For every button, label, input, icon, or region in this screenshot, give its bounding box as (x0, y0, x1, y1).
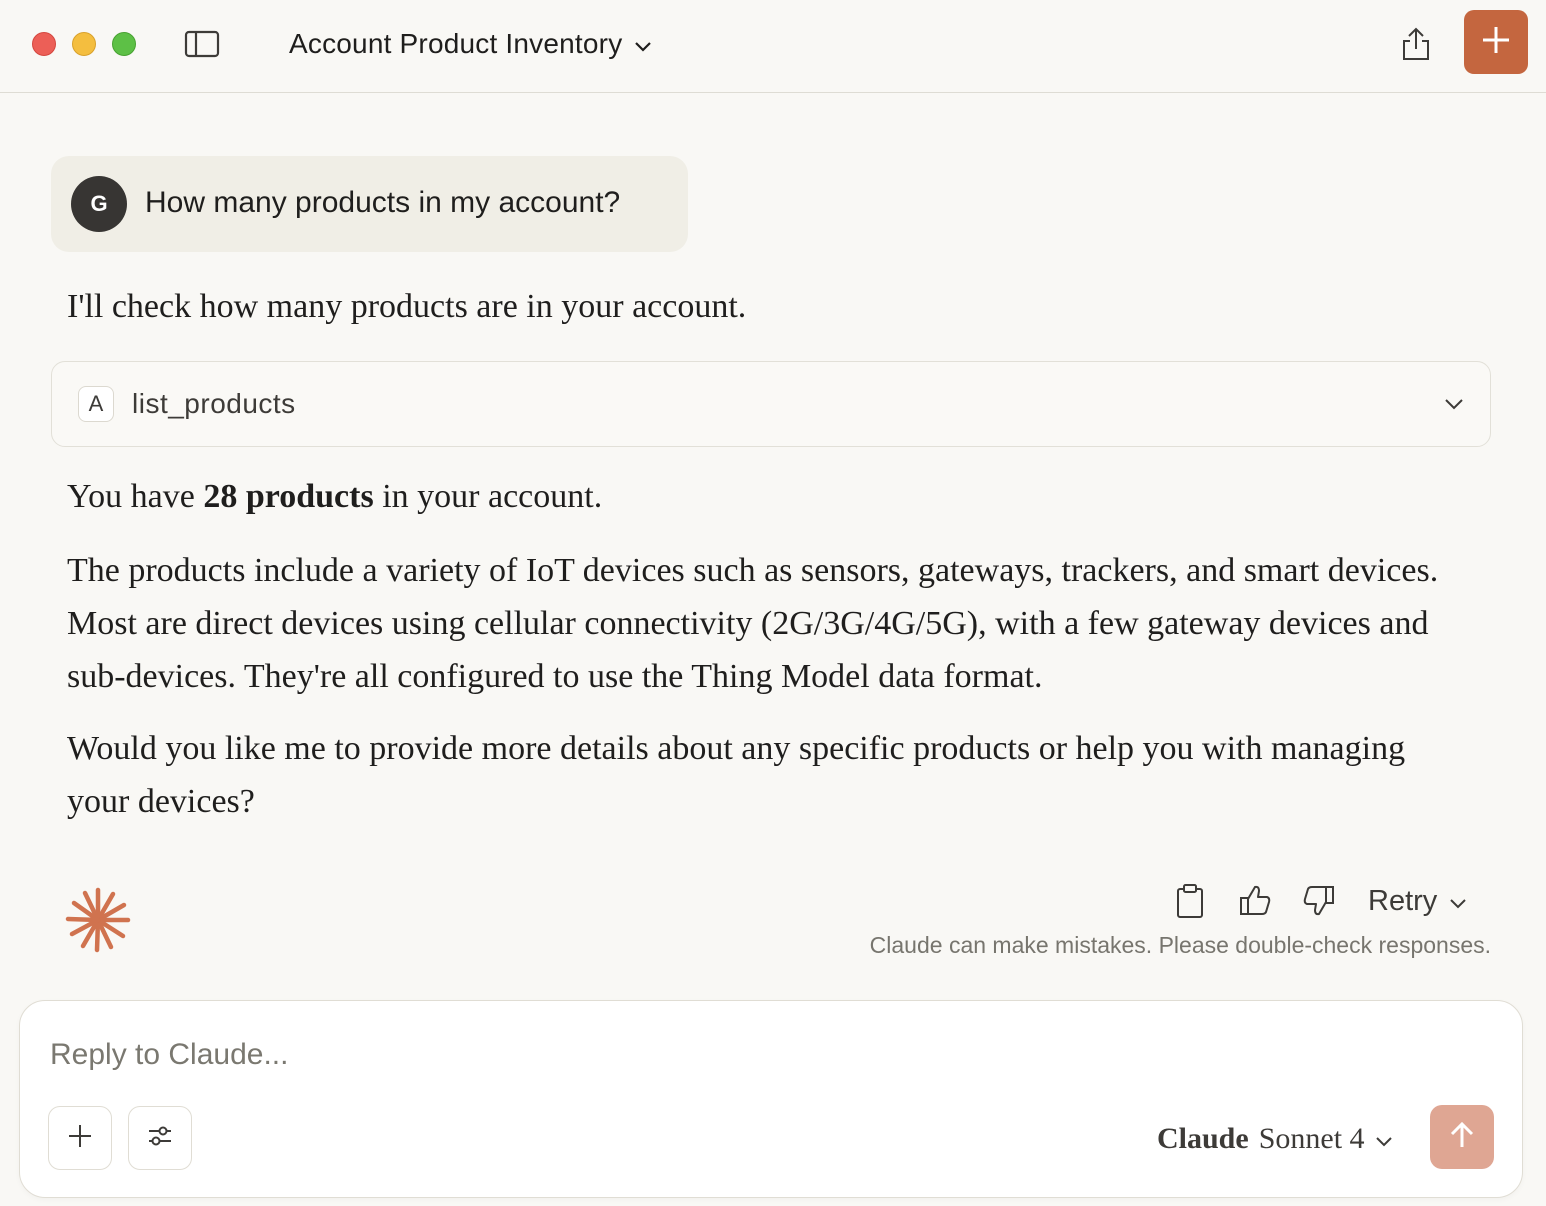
answer-count: 28 products (203, 478, 374, 515)
chevron-down-icon[interactable] (1442, 392, 1466, 416)
assistant-intro-text: I'll check how many products are in your… (67, 288, 747, 325)
claude-logo-icon (64, 886, 132, 954)
conversation-title-dropdown[interactable]: Account Product Inventory (289, 26, 652, 62)
reply-composer: Claude Sonnet 4 (19, 1000, 1523, 1198)
sliders-icon (146, 1124, 174, 1153)
minimize-window-button[interactable] (72, 32, 96, 56)
user-message: G How many products in my account? (51, 156, 688, 252)
model-selector[interactable]: Claude Sonnet 4 (1157, 1119, 1393, 1159)
answer-suffix: in your account. (373, 478, 603, 515)
send-button[interactable] (1430, 1105, 1494, 1169)
arrow-up-icon (1448, 1120, 1476, 1155)
chevron-down-icon (1375, 1122, 1393, 1156)
sidebar-toggle-icon[interactable] (184, 30, 220, 58)
add-attachment-button[interactable] (48, 1106, 112, 1170)
user-message-text: How many products in my account? (145, 186, 621, 219)
assistant-follow-up: Would you like me to provide more detail… (67, 730, 1406, 820)
share-icon[interactable] (1398, 24, 1434, 64)
title-bar: Account Product Inventory (0, 0, 1546, 93)
thumbs-up-icon[interactable] (1238, 882, 1272, 920)
copy-icon[interactable] (1174, 882, 1206, 920)
answer-prefix: You have (67, 478, 204, 515)
plus-icon (67, 1123, 93, 1154)
model-brand: Claude (1157, 1122, 1249, 1155)
tool-call-card[interactable]: A list_products (51, 361, 1491, 447)
retry-label: Retry (1368, 884, 1438, 917)
close-window-button[interactable] (32, 32, 56, 56)
assistant-answer-details: The products include a variety of IoT de… (67, 552, 1439, 695)
chevron-down-icon (634, 28, 652, 60)
thumbs-down-icon[interactable] (1302, 882, 1336, 920)
tools-settings-button[interactable] (128, 1106, 192, 1170)
plus-icon (1481, 25, 1511, 60)
conversation-title: Account Product Inventory (289, 28, 623, 59)
user-avatar: G (71, 176, 127, 232)
tool-name: list_products (132, 388, 296, 419)
disclaimer-text: Claude can make mistakes. Please double-… (869, 932, 1491, 958)
maximize-window-button[interactable] (112, 32, 136, 56)
retry-button[interactable]: Retry (1368, 882, 1467, 920)
model-name: Sonnet 4 (1258, 1122, 1365, 1155)
new-chat-button[interactable] (1464, 10, 1528, 74)
assistant-answer-summary: You have 28 products in your account. (67, 470, 1467, 523)
reply-input[interactable] (50, 1035, 1450, 1075)
chevron-down-icon (1449, 885, 1467, 918)
tool-badge: A (78, 386, 114, 422)
